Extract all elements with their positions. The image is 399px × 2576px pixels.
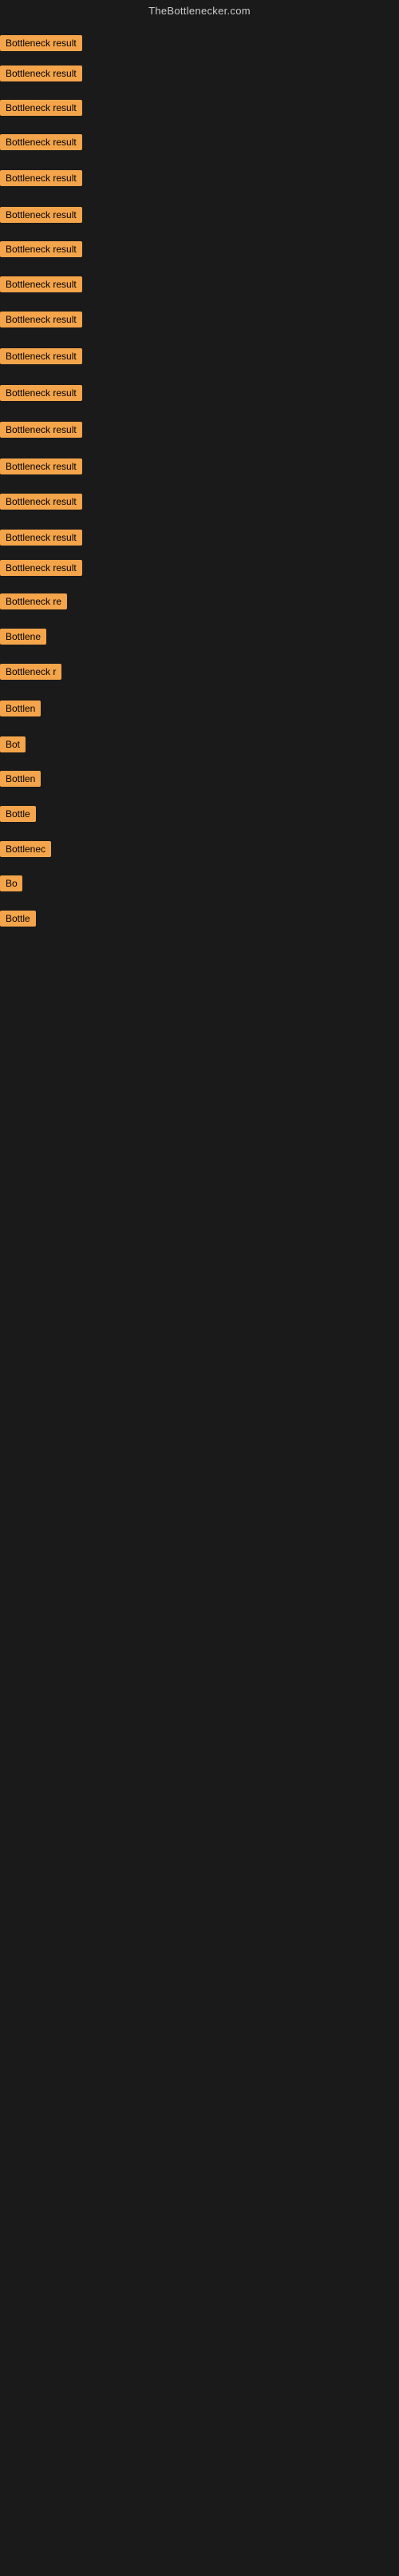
bottleneck-badge-2[interactable]: Bottleneck result: [0, 65, 82, 81]
bottleneck-badge-10[interactable]: Bottleneck result: [0, 348, 82, 364]
bottleneck-badge-22[interactable]: Bottlen: [0, 771, 41, 787]
bottleneck-badge-row-22: Bottlen: [0, 771, 41, 791]
bottleneck-badge-row-3: Bottleneck result: [0, 100, 82, 120]
bottleneck-badge-23[interactable]: Bottle: [0, 806, 36, 822]
bottleneck-badge-24[interactable]: Bottlenec: [0, 841, 51, 857]
bottleneck-badge-12[interactable]: Bottleneck result: [0, 422, 82, 438]
bottleneck-badge-row-2: Bottleneck result: [0, 65, 82, 85]
site-title: TheBottlenecker.com: [0, 0, 399, 20]
bottleneck-badge-row-15: Bottleneck result: [0, 530, 82, 550]
bottleneck-badge-row-5: Bottleneck result: [0, 170, 82, 190]
bottleneck-badge-row-1: Bottleneck result: [0, 35, 82, 55]
bottleneck-badge-row-18: Bottlene: [0, 629, 46, 649]
bottleneck-badge-6[interactable]: Bottleneck result: [0, 207, 82, 223]
bottleneck-badge-row-23: Bottle: [0, 806, 36, 826]
bottleneck-badge-row-4: Bottleneck result: [0, 134, 82, 154]
bottleneck-badge-17[interactable]: Bottleneck re: [0, 593, 67, 609]
bottleneck-badge-row-10: Bottleneck result: [0, 348, 82, 368]
bottleneck-badge-row-12: Bottleneck result: [0, 422, 82, 442]
bottleneck-badge-row-26: Bottle: [0, 911, 36, 931]
bottleneck-badge-row-24: Bottlenec: [0, 841, 51, 861]
bottleneck-badge-16[interactable]: Bottleneck result: [0, 560, 82, 576]
bottleneck-badge-row-19: Bottleneck r: [0, 664, 61, 684]
bottleneck-badge-row-20: Bottlen: [0, 701, 41, 720]
bottleneck-badge-row-16: Bottleneck result: [0, 560, 82, 580]
bottleneck-badge-15[interactable]: Bottleneck result: [0, 530, 82, 546]
bottleneck-badge-11[interactable]: Bottleneck result: [0, 385, 82, 401]
bottleneck-badge-row-17: Bottleneck re: [0, 593, 67, 613]
bottleneck-badge-row-7: Bottleneck result: [0, 241, 82, 261]
bottleneck-badge-3[interactable]: Bottleneck result: [0, 100, 82, 116]
bottleneck-badge-20[interactable]: Bottlen: [0, 701, 41, 716]
bottleneck-badge-row-13: Bottleneck result: [0, 458, 82, 478]
bottleneck-badge-row-8: Bottleneck result: [0, 276, 82, 296]
bottleneck-badge-13[interactable]: Bottleneck result: [0, 458, 82, 474]
bottleneck-badge-21[interactable]: Bot: [0, 736, 26, 752]
bottleneck-badge-row-25: Bo: [0, 875, 22, 895]
bottleneck-badge-8[interactable]: Bottleneck result: [0, 276, 82, 292]
bottleneck-badge-1[interactable]: Bottleneck result: [0, 35, 82, 51]
bottleneck-badge-25[interactable]: Bo: [0, 875, 22, 891]
bottleneck-badge-row-6: Bottleneck result: [0, 207, 82, 227]
bottleneck-badge-14[interactable]: Bottleneck result: [0, 494, 82, 510]
bottleneck-badge-7[interactable]: Bottleneck result: [0, 241, 82, 257]
bottleneck-badge-26[interactable]: Bottle: [0, 911, 36, 927]
bottleneck-badge-row-14: Bottleneck result: [0, 494, 82, 514]
bottleneck-badge-row-21: Bot: [0, 736, 26, 756]
bottleneck-badge-9[interactable]: Bottleneck result: [0, 312, 82, 327]
bottleneck-badge-18[interactable]: Bottlene: [0, 629, 46, 645]
bottleneck-badge-row-9: Bottleneck result: [0, 312, 82, 331]
bottleneck-badge-row-11: Bottleneck result: [0, 385, 82, 405]
bottleneck-badge-5[interactable]: Bottleneck result: [0, 170, 82, 186]
bottleneck-badge-19[interactable]: Bottleneck r: [0, 664, 61, 680]
bottleneck-badge-4[interactable]: Bottleneck result: [0, 134, 82, 150]
